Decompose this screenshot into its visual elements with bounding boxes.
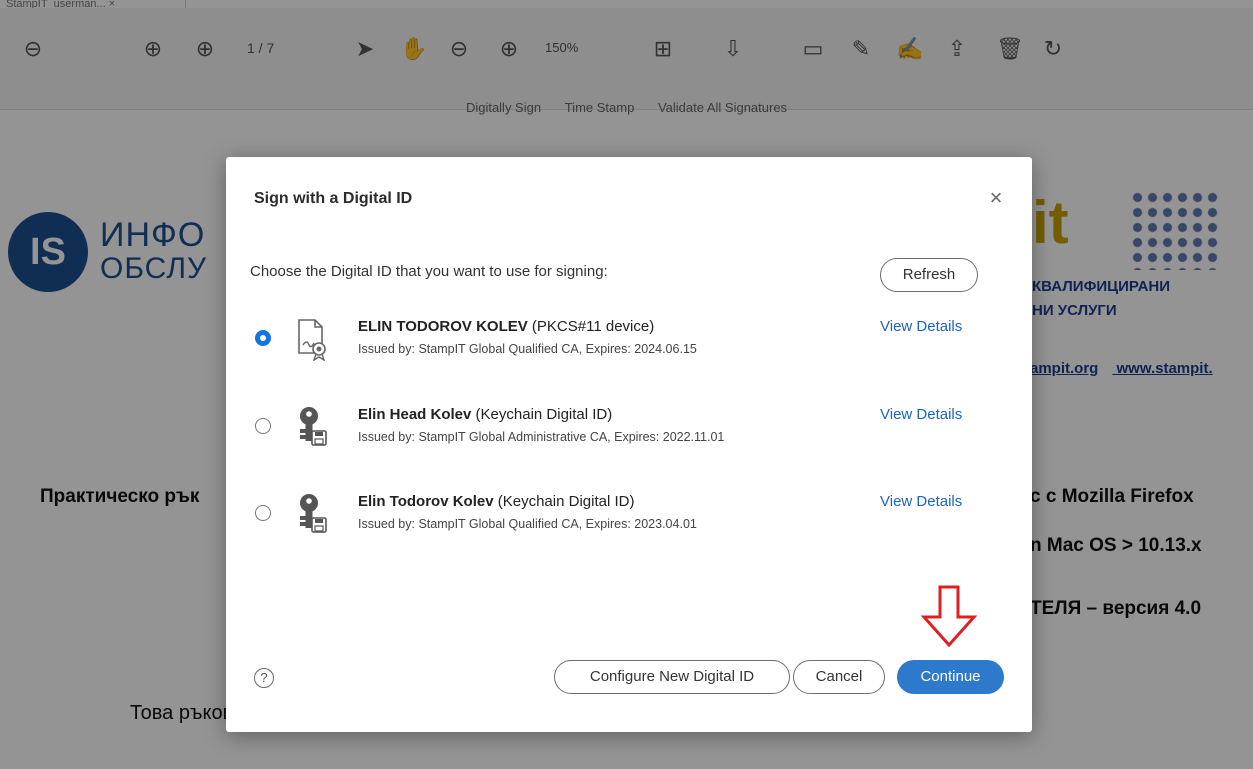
refresh-button[interactable]: Refresh [880,258,978,292]
id-name: Elin Todorov Kolev (Keychain Digital ID) [358,493,635,510]
close-icon[interactable]: × [983,185,1009,211]
annotation-arrow-icon [920,585,978,647]
digital-id-row[interactable]: Elin Head Kolev (Keychain Digital ID) Is… [226,403,1032,463]
id-issuer: Issued by: StampIT Global Qualified CA, … [358,342,697,356]
id-radio[interactable] [255,418,271,434]
id-issuer: Issued by: StampIT Global Qualified CA, … [358,517,697,531]
help-icon[interactable]: ? [254,668,274,688]
view-details-link[interactable]: View Details [880,318,962,335]
id-name: ELIN TODOROV KOLEV (PKCS#11 device) [358,318,655,335]
digital-id-row[interactable]: Elin Todorov Kolev (Keychain Digital ID)… [226,490,1032,550]
cancel-button[interactable]: Cancel [793,660,885,694]
key-icon [300,494,327,533]
view-details-link[interactable]: View Details [880,406,962,423]
configure-new-id-button[interactable]: Configure New Digital ID [554,660,790,694]
id-radio[interactable] [255,505,271,521]
id-issuer: Issued by: StampIT Global Administrative… [358,430,725,444]
continue-button[interactable]: Continue [897,660,1004,694]
certificate-icon [298,319,326,361]
dialog-title: Sign with a Digital ID [254,190,413,207]
id-radio-selected[interactable] [255,330,271,346]
dialog-prompt: Choose the Digital ID that you want to u… [250,263,608,280]
sign-digital-id-dialog: Sign with a Digital ID × Choose the Digi… [226,157,1032,732]
view-details-link[interactable]: View Details [880,493,962,510]
key-icon [300,407,327,446]
id-name: Elin Head Kolev (Keychain Digital ID) [358,406,613,423]
digital-id-row[interactable]: ELIN TODOROV KOLEV (PKCS#11 device) Issu… [226,315,1032,375]
